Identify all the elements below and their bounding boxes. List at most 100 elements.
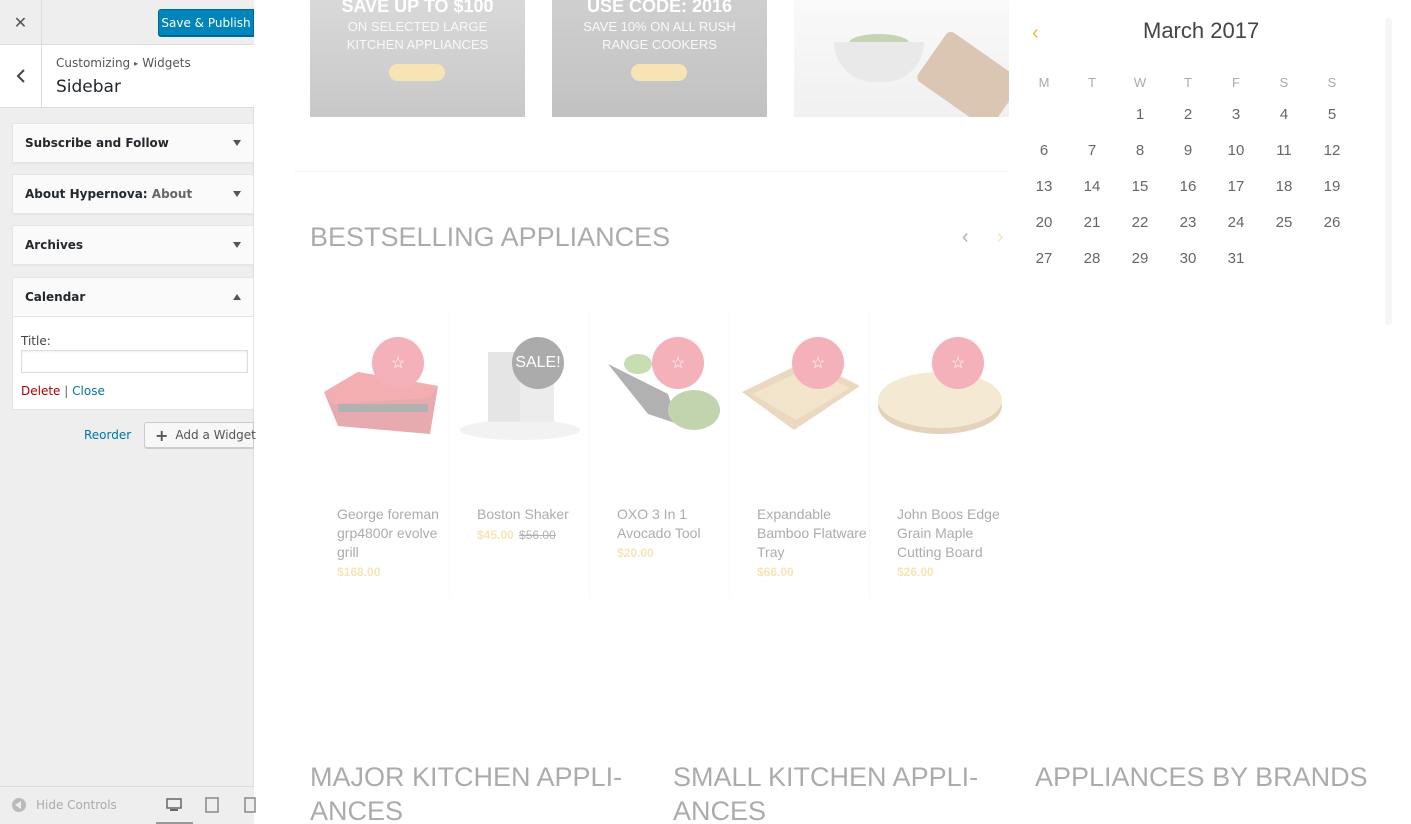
- calendar-day[interactable]: 4: [1260, 96, 1308, 132]
- customizer-footer: Hide Controls: [0, 786, 256, 824]
- calendar-day[interactable]: 13: [1020, 168, 1068, 204]
- product-price: $20.00: [617, 546, 654, 560]
- tablet-icon[interactable]: [204, 797, 220, 813]
- calendar-month: March 2017: [1143, 18, 1260, 43]
- product-name[interactable]: Expandable Bamboo Flatware Tray: [757, 505, 867, 562]
- bowl-image: [834, 42, 924, 82]
- calendar-day[interactable]: 3: [1212, 96, 1260, 132]
- calendar-day[interactable]: 10: [1212, 132, 1260, 168]
- product-card[interactable]: ☆ Expandable Bamboo Flatware Tray $66.00: [730, 312, 870, 597]
- widget-about[interactable]: About Hypernova: About: [12, 174, 254, 214]
- cutting-board-image: [914, 29, 1009, 117]
- promo-banner-2[interactable]: USE CODE: 2016 SAVE 10% ON ALL RUSH RANG…: [552, 0, 767, 117]
- calendar-day[interactable]: 25: [1260, 204, 1308, 240]
- calendar-day[interactable]: 19: [1308, 168, 1356, 204]
- product-name[interactable]: John Boos Edge Grain Maple Cutting Board: [897, 505, 1007, 562]
- calendar-day[interactable]: 1: [1116, 96, 1164, 132]
- widget-calendar: Calendar Title: Delete | Close: [12, 277, 254, 410]
- category-brands[interactable]: APPLIANCES BY BRANDS: [1035, 760, 1368, 794]
- collapse-arrow-icon[interactable]: [233, 294, 241, 300]
- calendar-day[interactable]: 23: [1164, 204, 1212, 240]
- desktop-icon[interactable]: [166, 797, 182, 813]
- section-header: Customizing ▸ Widgets Sidebar: [0, 45, 254, 108]
- price-current: $20.00: [617, 546, 654, 560]
- widget-subscribe-follow[interactable]: Subscribe and Follow: [12, 123, 254, 163]
- calendar-day[interactable]: 29: [1116, 240, 1164, 276]
- delete-link[interactable]: Delete: [21, 384, 60, 398]
- calendar-week-row: 6 7 8 9 10 11 12: [1020, 132, 1356, 168]
- calendar-day[interactable]: 28: [1068, 240, 1116, 276]
- plus-icon: +: [155, 425, 169, 445]
- calendar-day[interactable]: 16: [1164, 168, 1212, 204]
- widget-header[interactable]: Calendar: [13, 278, 253, 317]
- product-name[interactable]: Boston Shaker: [477, 505, 587, 524]
- calendar-day[interactable]: 24: [1212, 204, 1260, 240]
- calendar-day[interactable]: 7: [1068, 132, 1116, 168]
- calendar-day[interactable]: 26: [1308, 204, 1356, 240]
- favorite-star-icon[interactable]: ☆: [932, 337, 984, 389]
- weekday-label: S: [1327, 74, 1337, 90]
- widget-title-text: About Hypernova:: [25, 187, 148, 201]
- calendar-day[interactable]: 5: [1308, 96, 1356, 132]
- calendar-day[interactable]: 14: [1068, 168, 1116, 204]
- carousel-prev-icon[interactable]: ‹: [962, 226, 969, 249]
- calendar-day[interactable]: 18: [1260, 168, 1308, 204]
- calendar-day[interactable]: 9: [1164, 132, 1212, 168]
- calendar-days: 1 2 3 4 5 6 7 8 9 10 11 12 13 14 15 16 17 18 19 20 21 22 23 24 2…: [1020, 96, 1356, 276]
- product-card[interactable]: ☆ George foreman grp4800r evolve grill $…: [310, 312, 450, 597]
- add-widget-button[interactable]: + Add a Widget: [144, 422, 256, 448]
- calendar-day[interactable]: 21: [1068, 204, 1116, 240]
- calendar-day[interactable]: 30: [1164, 240, 1212, 276]
- banner-shop-button[interactable]: [389, 64, 445, 81]
- product-card[interactable]: SALE! Boston Shaker $45.00 $56.00: [450, 312, 590, 597]
- calendar-day[interactable]: 8: [1116, 132, 1164, 168]
- reorder-link[interactable]: Reorder: [84, 428, 131, 442]
- calendar-day[interactable]: 2: [1164, 96, 1212, 132]
- price-current: $26.00: [897, 565, 934, 579]
- calendar-day[interactable]: 22: [1116, 204, 1164, 240]
- widget-title-text: Subscribe and Follow: [25, 136, 169, 150]
- calendar-day[interactable]: 17: [1212, 168, 1260, 204]
- chevron-left-icon[interactable]: ‹: [1032, 22, 1039, 45]
- category-small-appliances[interactable]: SMALL KITCHEN APPLI- ANCES: [673, 760, 978, 824]
- favorite-star-icon[interactable]: ☆: [372, 337, 424, 389]
- product-name[interactable]: OXO 3 In 1 Avocado Tool: [617, 505, 727, 543]
- promo-banner-1[interactable]: SAVE UP TO $100 ON SELECTED LARGE KITCHE…: [310, 0, 525, 117]
- product-card[interactable]: ☆ OXO 3 In 1 Avocado Tool $20.00: [590, 312, 730, 597]
- widget-title: Archives: [25, 238, 83, 252]
- widget-archives[interactable]: Archives: [12, 225, 254, 265]
- expand-arrow-icon[interactable]: [233, 242, 241, 248]
- calendar-day[interactable]: 11: [1260, 132, 1308, 168]
- banner-shop-button[interactable]: [631, 64, 687, 81]
- save-publish-button[interactable]: Save & Publish: [158, 9, 254, 36]
- favorite-star-icon[interactable]: ☆: [792, 337, 844, 389]
- calendar-day[interactable]: 15: [1116, 168, 1164, 204]
- calendar-day[interactable]: 12: [1308, 132, 1356, 168]
- carousel-next-icon[interactable]: ›: [997, 226, 1004, 249]
- mobile-icon[interactable]: [242, 797, 258, 813]
- calendar-day[interactable]: 27: [1020, 240, 1068, 276]
- category-major-appliances[interactable]: MAJOR KITCHEN APPLI- ANCES: [310, 760, 622, 824]
- expand-arrow-icon[interactable]: [233, 191, 241, 197]
- calendar-widget-preview: ‹ March 2017 M T W T F S S 1 2 3 4 5 6 7 8 9 10 11…: [1010, 0, 1385, 325]
- widget-subtitle: About: [151, 187, 193, 201]
- product-price: $168.00: [337, 565, 380, 579]
- calendar-week-row: 20 21 22 23 24 25 26: [1020, 204, 1356, 240]
- collapse-icon: [12, 798, 26, 812]
- preview-scrollbar[interactable]: [1385, 18, 1392, 325]
- product-card[interactable]: ☆ John Boos Edge Grain Maple Cutting Boa…: [870, 312, 1010, 597]
- expand-arrow-icon[interactable]: [233, 140, 241, 146]
- title-input[interactable]: [21, 350, 248, 373]
- section-divider: [294, 171, 1008, 172]
- calendar-day[interactable]: 31: [1212, 240, 1260, 276]
- close-link[interactable]: Close: [72, 384, 105, 398]
- back-chevron-icon[interactable]: [0, 45, 42, 107]
- hide-controls-button[interactable]: Hide Controls: [12, 798, 117, 812]
- product-name[interactable]: George foreman grp4800r evolve grill: [337, 505, 447, 562]
- close-icon[interactable]: ✕: [0, 0, 42, 45]
- category-line: APPLIANCES BY BRANDS: [1035, 762, 1368, 792]
- promo-banner-3[interactable]: [794, 0, 1009, 117]
- favorite-star-icon[interactable]: ☆: [652, 337, 704, 389]
- calendar-day[interactable]: 20: [1020, 204, 1068, 240]
- calendar-day[interactable]: 6: [1020, 132, 1068, 168]
